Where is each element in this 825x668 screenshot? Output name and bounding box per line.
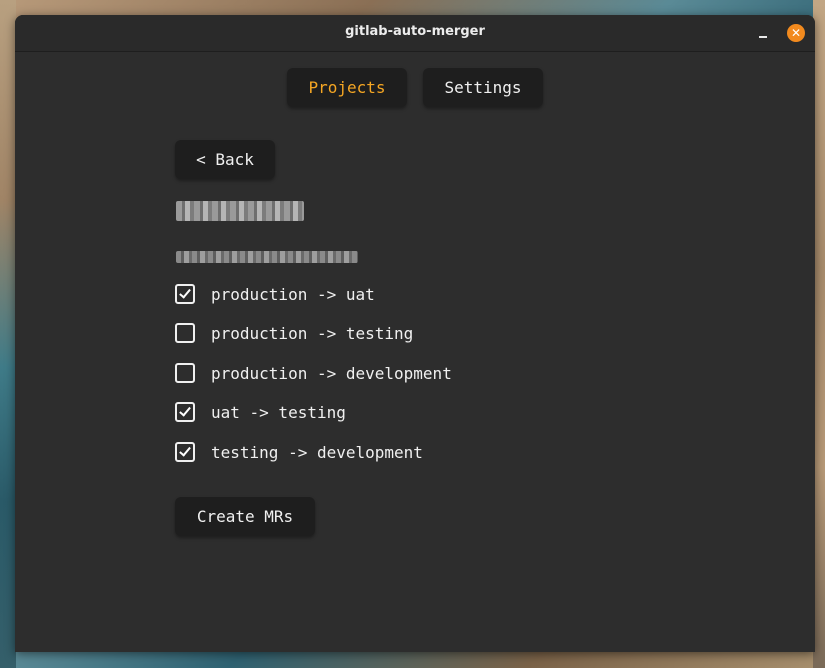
- checkbox-checked[interactable]: [175, 402, 195, 422]
- branch-option-testing-development[interactable]: testing -> development: [175, 440, 423, 464]
- app-window: gitlab-auto-merger ✕ Projects Settings <…: [15, 15, 815, 652]
- close-icon[interactable]: ✕: [787, 24, 805, 42]
- window-title: gitlab-auto-merger: [345, 24, 485, 39]
- checkbox-unchecked[interactable]: [175, 363, 195, 383]
- tab-settings[interactable]: Settings: [423, 68, 543, 107]
- branch-option-uat-testing[interactable]: uat -> testing: [175, 400, 346, 424]
- create-mrs-button[interactable]: Create MRs: [175, 497, 315, 536]
- branch-label: production -> uat: [211, 284, 375, 304]
- checkbox-unchecked[interactable]: [175, 323, 195, 343]
- title-bar[interactable]: gitlab-auto-merger ✕: [15, 15, 815, 52]
- branch-option-production-development[interactable]: production -> development: [175, 361, 452, 385]
- back-button[interactable]: < Back: [175, 140, 275, 179]
- checkbox-checked[interactable]: [175, 284, 195, 304]
- tab-projects[interactable]: Projects: [287, 68, 407, 107]
- checkbox-checked[interactable]: [175, 442, 195, 462]
- project-name-redacted: [176, 201, 304, 221]
- branch-label: production -> development: [211, 363, 452, 383]
- branch-label: production -> testing: [211, 323, 414, 343]
- branch-option-production-testing[interactable]: production -> testing: [175, 321, 413, 345]
- branch-label: uat -> testing: [211, 402, 346, 422]
- minimize-icon[interactable]: [754, 24, 772, 42]
- branch-label: testing -> development: [211, 442, 423, 462]
- project-path-redacted: [176, 251, 358, 263]
- desktop-wallpaper-left: [0, 0, 16, 668]
- branch-option-production-uat[interactable]: production -> uat: [175, 282, 375, 306]
